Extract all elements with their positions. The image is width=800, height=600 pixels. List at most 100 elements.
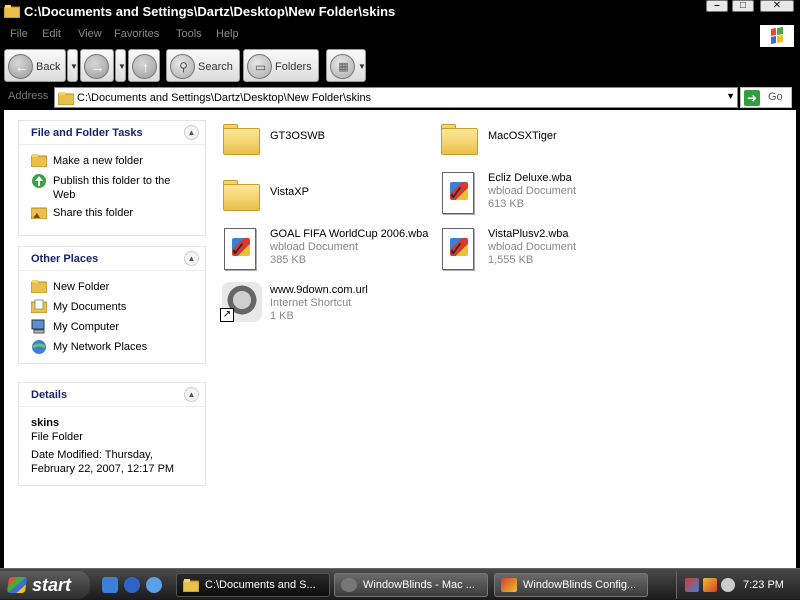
tasks-panel: File and Folder Tasks ▲ Make a new folde… xyxy=(18,120,206,236)
internet-explorer-icon[interactable] xyxy=(124,577,140,593)
address-dropdown-icon[interactable]: ▼ xyxy=(726,91,735,101)
close-button[interactable]: ✕ xyxy=(760,0,794,12)
menu-file[interactable]: File xyxy=(10,28,28,40)
folder-icon xyxy=(182,578,200,593)
back-dropdown-button[interactable]: ▼ xyxy=(67,49,78,82)
tray-app-icon[interactable] xyxy=(703,578,717,592)
details-panel: Details ▲ skins File Folder Date Modifie… xyxy=(18,382,206,486)
file-name: www.9down.com.url xyxy=(270,284,368,296)
file-type: wbload Document xyxy=(270,241,359,253)
address-label: Address xyxy=(8,90,49,102)
file-size: 1,555 KB xyxy=(488,254,534,266)
folders-icon: ▭ xyxy=(247,54,272,79)
title-bar: C:\Documents and Settings\Dartz\Desktop\… xyxy=(0,0,800,24)
my-documents-icon xyxy=(30,299,48,314)
menu-edit[interactable]: Edit xyxy=(42,28,61,40)
file-item[interactable]: ✓ VistaPlusv2.wba wbload Document 1,555 … xyxy=(438,226,648,276)
taskbar-item-label: C:\Documents and S... xyxy=(205,579,316,591)
place-label: New Folder xyxy=(53,281,110,293)
folders-button[interactable]: ▭ Folders xyxy=(243,49,319,82)
file-item[interactable]: VistaXP xyxy=(220,174,430,224)
screen: C:\Documents and Settings\Dartz\Desktop\… xyxy=(0,0,800,600)
file-item[interactable]: GT3OSWB xyxy=(220,118,430,168)
other-places-panel: Other Places ▲ New Folder My Documents M… xyxy=(18,246,206,364)
details-title: Details xyxy=(31,389,68,401)
raccoon-shortcut-icon: ↗ xyxy=(220,282,262,328)
details-modified-line1: Date Modified: Thursday, xyxy=(31,449,153,461)
file-item[interactable]: ✓ GOAL FIFA WorldCup 2006.wba wbload Doc… xyxy=(220,226,430,276)
file-item[interactable]: MacOSXTiger xyxy=(438,118,648,168)
taskbar: start C:\Documents and S... WindowBlinds… xyxy=(0,568,800,600)
forward-button[interactable]: → xyxy=(80,49,114,82)
menu-favorites[interactable]: Favorites xyxy=(114,28,159,40)
task-label: Make a new folder xyxy=(53,155,143,167)
system-tray: 7:23 PM xyxy=(676,571,800,599)
back-arrow-icon: ← xyxy=(8,54,33,79)
details-item-type: File Folder xyxy=(31,431,83,443)
file-size: 1 KB xyxy=(270,310,294,322)
file-name: VistaPlusv2.wba xyxy=(488,228,569,240)
menu-help[interactable]: Help xyxy=(216,28,239,40)
taskbar-item-windowblinds-config[interactable]: WindowBlinds Config... xyxy=(494,573,648,597)
menu-view[interactable]: View xyxy=(78,28,102,40)
up-button[interactable]: ↑ xyxy=(128,49,160,82)
address-value: C:\Documents and Settings\Dartz\Desktop\… xyxy=(77,92,372,104)
windows-logo-icon xyxy=(760,25,794,47)
shortcut-arrow-icon: ↗ xyxy=(220,308,234,322)
file-size: 385 KB xyxy=(270,254,307,266)
task-label-cont: Web xyxy=(53,189,76,201)
menu-tools[interactable]: Tools xyxy=(176,28,202,40)
forward-dropdown-button[interactable]: ▼ xyxy=(115,49,126,82)
collapse-chevron-icon[interactable]: ▲ xyxy=(184,251,199,266)
place-label: My Documents xyxy=(53,301,127,313)
details-header[interactable]: Details ▲ xyxy=(19,383,205,407)
taskbar-item-windowblinds-mac[interactable]: WindowBlinds - Mac ... xyxy=(334,573,488,597)
minimize-button[interactable]: – xyxy=(706,0,728,12)
folder-icon xyxy=(220,118,262,164)
taskbar-item-explorer[interactable]: C:\Documents and S... xyxy=(176,573,330,597)
address-bar: Address C:\Documents and Settings\Dartz\… xyxy=(0,86,800,109)
network-places-icon xyxy=(31,339,47,354)
collapse-chevron-icon[interactable]: ▲ xyxy=(184,387,199,402)
tasks-panel-title: File and Folder Tasks xyxy=(31,127,143,139)
maximize-button[interactable]: □ xyxy=(732,0,754,12)
place-label: My Computer xyxy=(53,321,120,333)
tasks-panel-header[interactable]: File and Folder Tasks ▲ xyxy=(19,121,205,145)
file-name: GT3OSWB xyxy=(270,130,326,142)
other-places-header[interactable]: Other Places ▲ xyxy=(19,247,205,271)
taskbar-item-label: WindowBlinds - Mac ... xyxy=(363,579,475,591)
up-arrow-icon: ↑ xyxy=(132,54,157,79)
details-modified-line2: February 22, 2007, 12:17 PM xyxy=(31,463,175,475)
file-name: VistaXP xyxy=(270,186,309,198)
go-label: Go xyxy=(768,91,783,103)
menu-bar: File Edit View Favorites Tools Help xyxy=(0,25,800,47)
collapse-chevron-icon[interactable]: ▲ xyxy=(184,125,199,140)
toolbar: ← Back ▼ → ▼ ↑ ⚲ Search ▭ Folders ▦ ▼ xyxy=(0,47,800,85)
task-label: Share this folder xyxy=(53,207,134,219)
back-label: Back xyxy=(36,61,61,73)
address-input[interactable]: C:\Documents and Settings\Dartz\Desktop\… xyxy=(54,87,738,108)
windows-flag-icon xyxy=(6,577,28,593)
volume-icon[interactable] xyxy=(721,578,735,592)
views-button[interactable]: ▦ ▼ xyxy=(326,49,366,82)
file-type: wbload Document xyxy=(488,241,577,253)
media-player-icon[interactable] xyxy=(146,577,162,593)
clock[interactable]: 7:23 PM xyxy=(743,579,784,591)
file-name: Ecliz Deluxe.wba xyxy=(488,172,572,184)
go-button[interactable]: ➜ Go xyxy=(740,87,792,108)
quicklaunch-desktop-icon[interactable] xyxy=(102,577,118,593)
search-button[interactable]: ⚲ Search xyxy=(166,49,240,82)
publish-web-icon xyxy=(31,173,47,188)
new-folder-icon xyxy=(30,153,48,168)
file-item[interactable]: ✓ Ecliz Deluxe.wba wbload Document 613 K… xyxy=(438,170,648,220)
file-type: Internet Shortcut xyxy=(270,297,352,309)
tray-app-icon[interactable] xyxy=(685,578,699,592)
details-item-name: skins xyxy=(31,417,60,429)
my-computer-icon xyxy=(31,319,47,334)
file-name: GOAL FIFA WorldCup 2006.wba xyxy=(270,228,429,240)
file-item[interactable]: ↗ www.9down.com.url Internet Shortcut 1 … xyxy=(220,282,430,332)
start-button[interactable]: start xyxy=(0,571,90,599)
back-button[interactable]: ← Back xyxy=(4,49,66,82)
share-folder-icon xyxy=(30,205,48,220)
folder-icon xyxy=(30,279,48,294)
